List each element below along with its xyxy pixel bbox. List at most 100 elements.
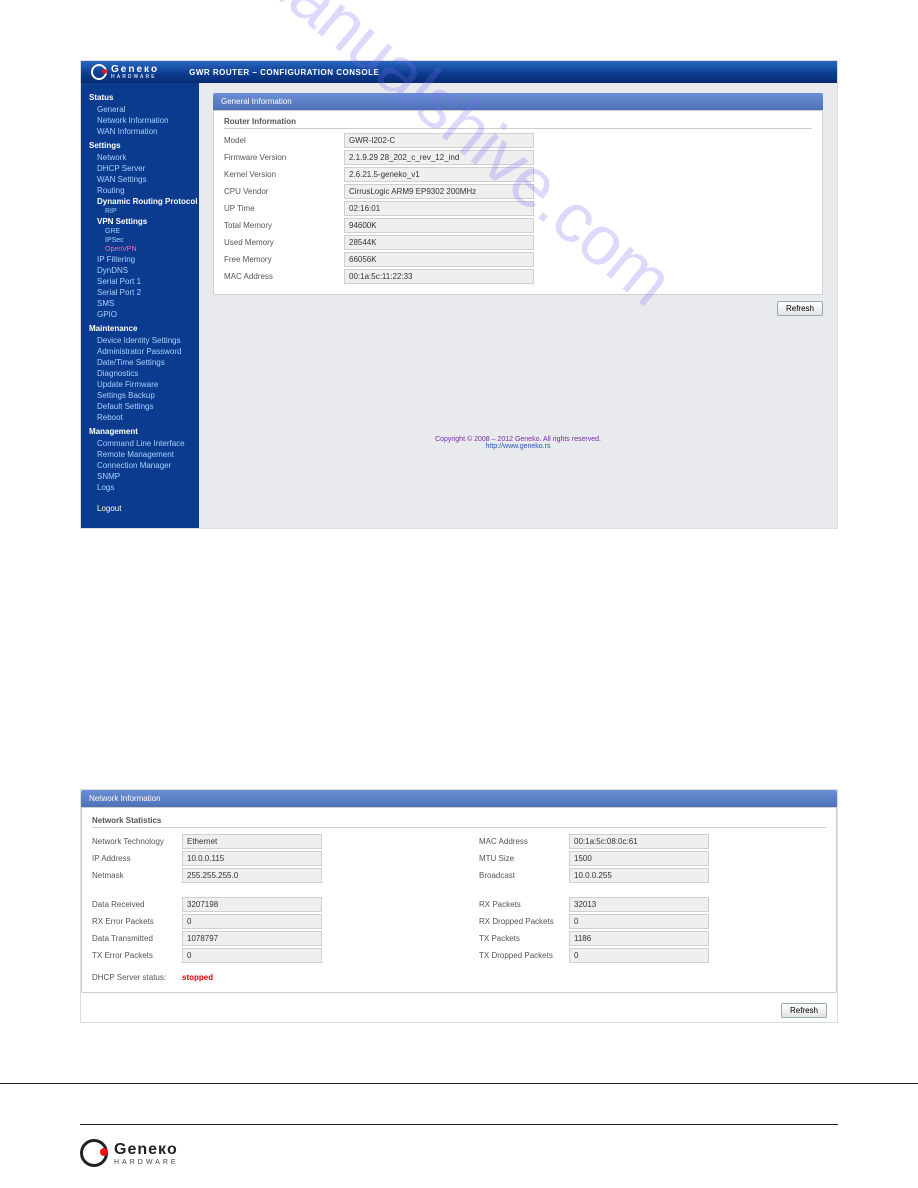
label-rxp: RX Packets xyxy=(479,900,569,909)
sidebar-item-cli[interactable]: Command Line Interface xyxy=(81,438,199,449)
sidebar: Status General Network Information WAN I… xyxy=(81,83,199,528)
sidebar-item-remote-mgmt[interactable]: Remote Management xyxy=(81,449,199,460)
sidebar-heading-settings: Settings xyxy=(81,137,199,152)
label-tmem: Total Memory xyxy=(224,221,344,230)
panel-sub-netstats: Network Statistics xyxy=(92,814,826,828)
sidebar-item-conn-mgr[interactable]: Connection Manager xyxy=(81,460,199,471)
sidebar-item-backup[interactable]: Settings Backup xyxy=(81,390,199,401)
label-model: Model xyxy=(224,136,344,145)
sidebar-item-snmp[interactable]: SNMP xyxy=(81,471,199,482)
sidebar-item-network-info[interactable]: Network Information xyxy=(81,115,199,126)
brand-sub: HARDWARE xyxy=(111,75,159,80)
label-mac: MAC Address xyxy=(224,272,344,281)
value-dtx: 1078797 xyxy=(182,931,322,946)
value-mtu: 1500 xyxy=(569,851,709,866)
footer-brand-sub: HARDWARE xyxy=(114,1159,179,1166)
label-mask: Netmask xyxy=(92,871,182,880)
panel-network: Network Statistics Network TechnologyEth… xyxy=(81,807,837,993)
value-cpu: CirrusLogic ARM9 EP9302 200MHz xyxy=(344,184,534,199)
refresh-button-general[interactable]: Refresh xyxy=(777,301,823,316)
label-rxe: RX Error Packets xyxy=(92,917,182,926)
panel-sub-router-info: Router Information xyxy=(224,115,812,129)
sidebar-heading-status: Status xyxy=(81,89,199,104)
label-bc: Broadcast xyxy=(479,871,569,880)
sidebar-item-sms[interactable]: SMS xyxy=(81,298,199,309)
console-title: GWR ROUTER – CONFIGURATION CONSOLE xyxy=(189,68,379,77)
brand: Geneкo HARDWARE xyxy=(91,64,159,80)
value-model: GWR-I202-C xyxy=(344,133,534,148)
sidebar-heading-maintenance: Maintenance xyxy=(81,320,199,335)
value-tmem: 94600K xyxy=(344,218,534,233)
value-rxd: 0 xyxy=(569,914,709,929)
sidebar-item-routing[interactable]: Routing xyxy=(81,185,199,196)
sidebar-item-diag[interactable]: Diagnostics xyxy=(81,368,199,379)
sidebar-item-datetime[interactable]: Date/Time Settings xyxy=(81,357,199,368)
label-txe: TX Error Packets xyxy=(92,951,182,960)
sidebar-item-reboot[interactable]: Reboot xyxy=(81,412,199,423)
sidebar-item-sp1[interactable]: Serial Port 1 xyxy=(81,276,199,287)
label-txp: TX Packets xyxy=(479,934,569,943)
sidebar-item-logs[interactable]: Logs xyxy=(81,482,199,493)
sidebar-item-admin-pw[interactable]: Administrator Password xyxy=(81,346,199,357)
label-rxd: RX Dropped Packets xyxy=(479,917,569,926)
refresh-button-network[interactable]: Refresh xyxy=(781,1003,827,1018)
sidebar-item-ipfilter[interactable]: IP Filtering xyxy=(81,254,199,265)
label-uptime: UP Time xyxy=(224,204,344,213)
value-dhcp-status: stopped xyxy=(182,973,213,982)
sidebar-item-dyndns[interactable]: DynDNS xyxy=(81,265,199,276)
value-drx: 3207198 xyxy=(182,897,322,912)
sidebar-item-ipsec[interactable]: IPSec xyxy=(81,236,199,245)
value-txd: 0 xyxy=(569,948,709,963)
sidebar-item-defaults[interactable]: Default Settings xyxy=(81,401,199,412)
sidebar-item-drp[interactable]: Dynamic Routing Protocol xyxy=(81,196,199,207)
value-txe: 0 xyxy=(182,948,322,963)
sidebar-item-openvpn[interactable]: OpenVPN xyxy=(81,245,199,254)
label-txd: TX Dropped Packets xyxy=(479,951,569,960)
value-rxp: 32013 xyxy=(569,897,709,912)
value-rxe: 0 xyxy=(182,914,322,929)
value-nettech: Ethernet xyxy=(182,834,322,849)
label-cpu: CPU Vendor xyxy=(224,187,344,196)
sidebar-item-logout[interactable]: Logout xyxy=(81,503,199,514)
label-mac2: MAC Address xyxy=(479,837,569,846)
panel-general: Router Information ModelGWR-I202-C Firmw… xyxy=(213,110,823,295)
sidebar-item-network[interactable]: Network xyxy=(81,152,199,163)
label-drx: Data Received xyxy=(92,900,182,909)
label-umem: Used Memory xyxy=(224,238,344,247)
label-nettech: Network Technology xyxy=(92,837,182,846)
sidebar-item-gre[interactable]: GRE xyxy=(81,227,199,236)
value-kernel: 2.6.21.5-geneko_v1 xyxy=(344,167,534,182)
sidebar-item-dev-identity[interactable]: Device Identity Settings xyxy=(81,335,199,346)
sidebar-item-general[interactable]: General xyxy=(81,104,199,115)
value-umem: 28544K xyxy=(344,235,534,250)
label-dtx: Data Transmitted xyxy=(92,934,182,943)
sidebar-item-wan-info[interactable]: WAN Information xyxy=(81,126,199,137)
label-ip: IP Address xyxy=(92,854,182,863)
top-bar: Geneкo HARDWARE GWR ROUTER – CONFIGURATI… xyxy=(81,61,837,83)
sidebar-item-rip[interactable]: RIP xyxy=(81,207,199,216)
footer-brand: Geneкo xyxy=(114,1141,179,1159)
screenshot-network-info: Network Information Network Statistics N… xyxy=(80,789,838,1023)
sidebar-item-sp2[interactable]: Serial Port 2 xyxy=(81,287,199,298)
label-mtu: MTU Size xyxy=(479,854,569,863)
value-txp: 1186 xyxy=(569,931,709,946)
page-footer: Geneкo HARDWARE xyxy=(0,1125,918,1181)
value-fw: 2.1.9.29 28_202_c_rev_12_ind xyxy=(344,150,534,165)
sidebar-item-gpio[interactable]: GPIO xyxy=(81,309,199,320)
sidebar-item-vpn[interactable]: VPN Settings xyxy=(81,216,199,227)
screenshot-general-info: Geneкo HARDWARE GWR ROUTER – CONFIGURATI… xyxy=(80,60,838,529)
label-kernel: Kernel Version xyxy=(224,170,344,179)
value-mac2: 00:1a:5c:08:0c:61 xyxy=(569,834,709,849)
label-fmem: Free Memory xyxy=(224,255,344,264)
value-uptime: 02:16:01 xyxy=(344,201,534,216)
sidebar-item-wan-settings[interactable]: WAN Settings xyxy=(81,174,199,185)
geneko-link[interactable]: http://www.geneko.rs xyxy=(213,443,823,450)
copyright: Copyright © 2008 – 2012 Geneko. All righ… xyxy=(213,436,823,443)
sidebar-item-dhcp[interactable]: DHCP Server xyxy=(81,163,199,174)
label-dhcp-status: DHCP Server status: xyxy=(92,973,182,982)
sidebar-heading-management: Management xyxy=(81,423,199,438)
value-bc: 10.0.0.255 xyxy=(569,868,709,883)
sidebar-item-update-fw[interactable]: Update Firmware xyxy=(81,379,199,390)
footer-logo-icon xyxy=(80,1139,108,1167)
main-content: General Information Router Information M… xyxy=(199,83,837,528)
